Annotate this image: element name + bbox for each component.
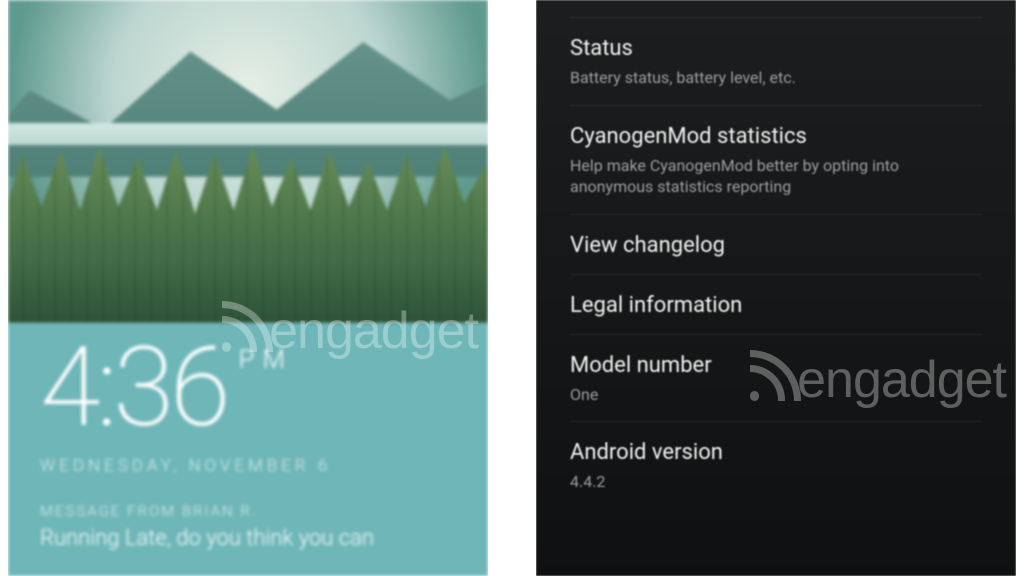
settings-item-model-number[interactable]: Model number One xyxy=(570,335,982,423)
settings-panel: System updates Status Battery status, ba… xyxy=(536,0,1016,576)
lockscreen-info-area[interactable]: 4:36 PM WEDNESDAY, NOVEMBER 6 MESSAGE FR… xyxy=(8,323,488,576)
settings-item-android-version[interactable]: Android version 4.4.2 xyxy=(570,422,982,509)
clock-date: WEDNESDAY, NOVEMBER 6 xyxy=(40,456,462,476)
clock-ampm: PM xyxy=(239,345,294,375)
notification-body: Running Late, do you think you can xyxy=(40,526,462,551)
lockscreen-panel: 4:36 PM WEDNESDAY, NOVEMBER 6 MESSAGE FR… xyxy=(8,0,488,576)
settings-item-system-updates[interactable]: System updates xyxy=(570,0,982,18)
settings-item-legal-information[interactable]: Legal information xyxy=(570,275,982,335)
clock-time: 4:36 xyxy=(40,341,227,435)
settings-item-cyanogenmod-statistics[interactable]: CyanogenMod statistics Help make Cyanoge… xyxy=(570,106,982,215)
lockscreen-wallpaper xyxy=(8,0,488,323)
settings-item-status[interactable]: Status Battery status, battery level, et… xyxy=(570,18,982,106)
notification-sender: MESSAGE FROM BRIAN R. xyxy=(40,502,462,520)
settings-item-view-changelog[interactable]: View changelog xyxy=(570,215,982,275)
